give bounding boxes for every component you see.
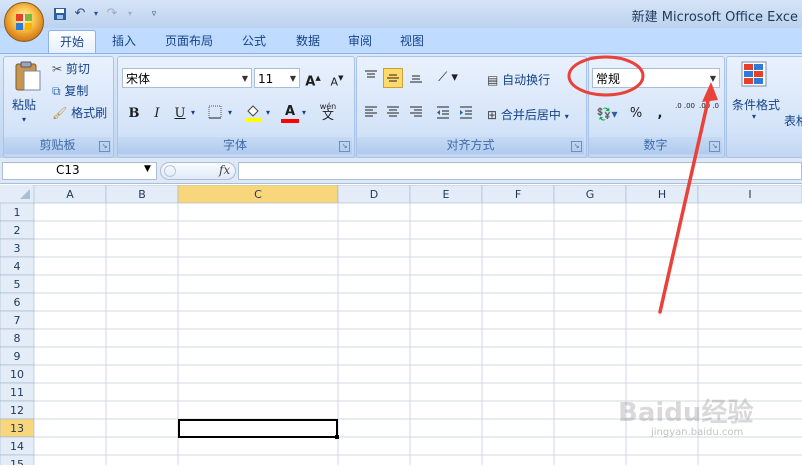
arrow-head-icon [702,82,718,102]
office-logo-icon [16,14,32,30]
office-button[interactable] [4,2,44,42]
watermark-url: jingyan.baidu.com [651,427,744,438]
highlight-circle [567,55,645,97]
annotation-arrow [658,90,712,314]
watermark-logo: Baidu经验 [618,398,754,428]
